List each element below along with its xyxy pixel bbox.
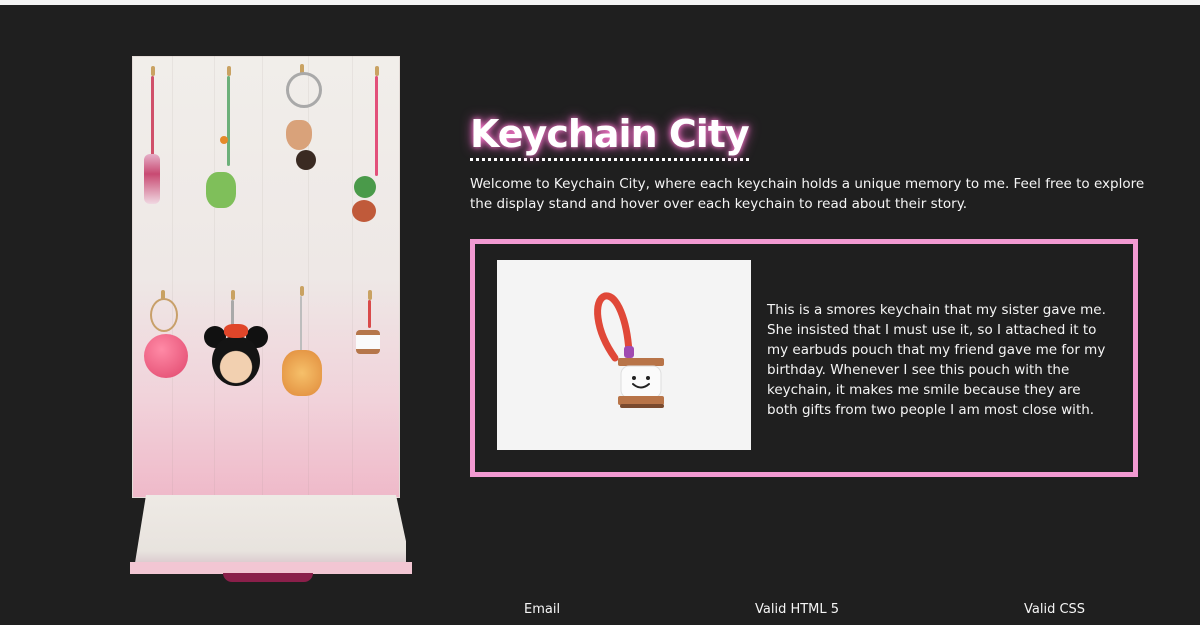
- keychain-story-text: This is a smores keychain that my sister…: [767, 302, 1106, 418]
- stand-base: [223, 573, 313, 582]
- intro-text: Welcome to Keychain City, where each key…: [470, 176, 1145, 212]
- smores-keychain-image: [497, 260, 751, 450]
- display-stand: [128, 54, 418, 584]
- stand-board: [132, 56, 400, 498]
- valid-css-link[interactable]: Valid CSS: [1024, 602, 1085, 617]
- keychain-story-card: This is a smores keychain that my sister…: [470, 239, 1138, 477]
- keychain-photo: [497, 260, 751, 450]
- page-title: Keychain City: [470, 110, 750, 161]
- footer: Email Valid HTML 5 Valid CSS: [0, 600, 1200, 622]
- top-bar: [0, 0, 1200, 5]
- stand-shelf: [134, 495, 406, 565]
- valid-html-link[interactable]: Valid HTML 5: [755, 602, 839, 617]
- email-link[interactable]: Email: [524, 602, 560, 617]
